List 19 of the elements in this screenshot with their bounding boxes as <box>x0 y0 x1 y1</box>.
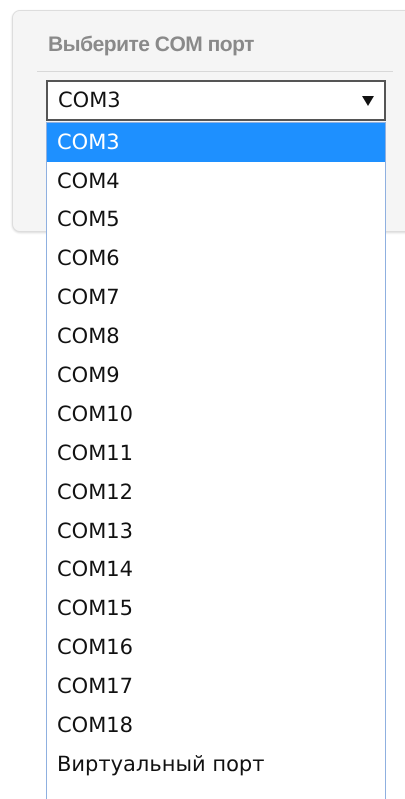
dropdown-option[interactable]: COM7 <box>47 278 385 318</box>
dropdown-option[interactable]: COM11 <box>47 434 385 474</box>
dropdown-option[interactable]: COM6 <box>47 240 385 279</box>
dropdown-option[interactable]: COM4 <box>47 162 385 201</box>
dropdown-option[interactable]: COM15 <box>47 590 385 629</box>
dropdown-option[interactable]: COM16 <box>47 628 385 668</box>
dropdown-option[interactable]: COM13 <box>47 512 385 551</box>
dropdown-option[interactable]: COM17 <box>47 667 385 706</box>
dropdown-option[interactable]: COM8 <box>47 317 385 356</box>
dropdown-option[interactable]: COM14 <box>47 550 385 590</box>
dropdown-option[interactable]: COM18 <box>47 706 385 746</box>
dropdown-option[interactable]: COM9 <box>47 356 385 396</box>
caret-icon <box>362 96 374 106</box>
panel-title: Выберите COM порт <box>48 33 254 56</box>
dropdown-option[interactable]: COM5 <box>47 200 385 240</box>
dropdown-option[interactable]: COM12 <box>47 473 385 512</box>
port-select[interactable]: COM3 <box>46 80 386 121</box>
dropdown-option[interactable]: COM10 <box>47 395 385 434</box>
dropdown-option[interactable]: Виртуальный порт <box>47 745 385 784</box>
